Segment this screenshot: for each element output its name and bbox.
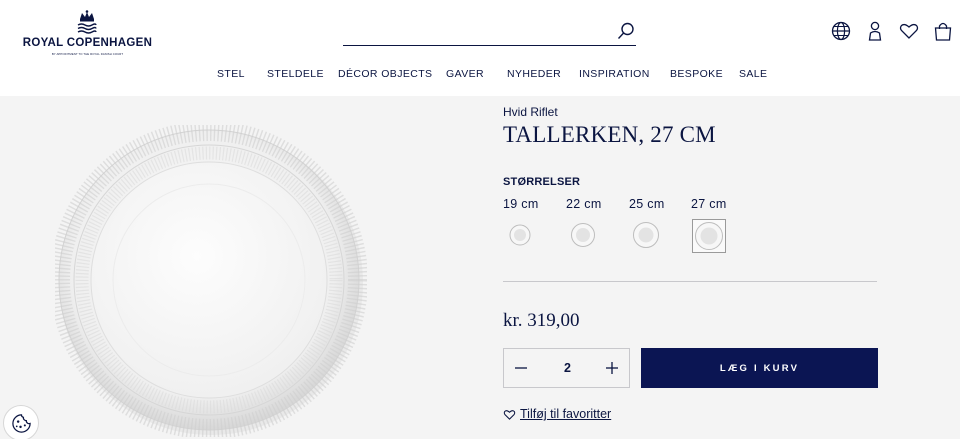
- royal-copenhagen-logo[interactable]: ROYAL COPENHAGEN BY APPOINTMENT TO THE R…: [20, 10, 155, 56]
- product-price: kr. 319,00: [503, 310, 580, 331]
- size-thumbnail-selected: [692, 219, 726, 253]
- logo-tagline: BY APPOINTMENT TO THE ROYAL DANISH COURT: [51, 52, 124, 56]
- nav-item-bespoke[interactable]: BESPOKE: [670, 68, 723, 80]
- globe-icon[interactable]: [830, 20, 852, 42]
- size-thumbnail: [567, 219, 601, 253]
- size-label: 27 cm: [691, 197, 727, 211]
- size-label: 22 cm: [566, 197, 602, 211]
- product-image: [50, 121, 368, 439]
- plate-image: [50, 121, 368, 439]
- nav-item-inspiration[interactable]: INSPIRATION: [579, 68, 650, 80]
- search-icon[interactable]: [616, 21, 636, 41]
- quantity-stepper: [503, 348, 630, 388]
- cookie-icon: [12, 414, 31, 433]
- size-option-25cm[interactable]: 25 cm: [629, 195, 679, 257]
- main-nav: STEL STELDELE DÉCOR OBJECTS GAVER NYHEDE…: [0, 68, 960, 84]
- bag-icon[interactable]: [932, 20, 954, 42]
- nav-item-nyheder[interactable]: NYHEDER: [507, 68, 561, 80]
- nav-item-steldele[interactable]: STELDELE: [267, 68, 324, 80]
- size-option-22cm[interactable]: 22 cm: [566, 195, 616, 257]
- sizes-label: STØRRELSER: [503, 176, 581, 188]
- cookie-settings-button[interactable]: [3, 405, 39, 439]
- crown-logo-icon: [77, 10, 97, 34]
- minus-icon[interactable]: [512, 359, 530, 377]
- search-bar: [343, 18, 636, 46]
- add-to-cart-button[interactable]: LÆG I KURV: [641, 348, 878, 388]
- product-title: TALLERKEN, 27 CM: [503, 122, 716, 147]
- size-label: 25 cm: [629, 197, 665, 211]
- account-icon[interactable]: [864, 20, 886, 42]
- search-input[interactable]: [343, 20, 603, 42]
- quantity-input[interactable]: [539, 358, 596, 378]
- heart-icon[interactable]: [898, 20, 920, 42]
- nav-item-decor-objects[interactable]: DÉCOR OBJECTS: [338, 68, 432, 80]
- plus-icon[interactable]: [603, 359, 621, 377]
- logo-wordmark: ROYAL COPENHAGEN: [22, 37, 153, 49]
- size-option-19cm[interactable]: 19 cm: [503, 195, 553, 257]
- size-thumbnail: [630, 219, 664, 253]
- favorites-label: Tilføj til favoritter: [520, 407, 612, 421]
- size-label: 19 cm: [503, 197, 539, 211]
- site-header: ROYAL COPENHAGEN BY APPOINTMENT TO THE R…: [0, 0, 960, 96]
- nav-item-stel[interactable]: STEL: [217, 68, 245, 80]
- nav-item-sale[interactable]: SALE: [739, 68, 767, 80]
- size-option-27cm[interactable]: 27 cm: [691, 195, 741, 257]
- divider: [503, 281, 877, 282]
- heart-outline-icon: [503, 410, 516, 420]
- product-collection[interactable]: Hvid Riflet: [503, 105, 558, 119]
- nav-item-gaver[interactable]: GAVER: [446, 68, 484, 80]
- size-thumbnail: [504, 219, 538, 253]
